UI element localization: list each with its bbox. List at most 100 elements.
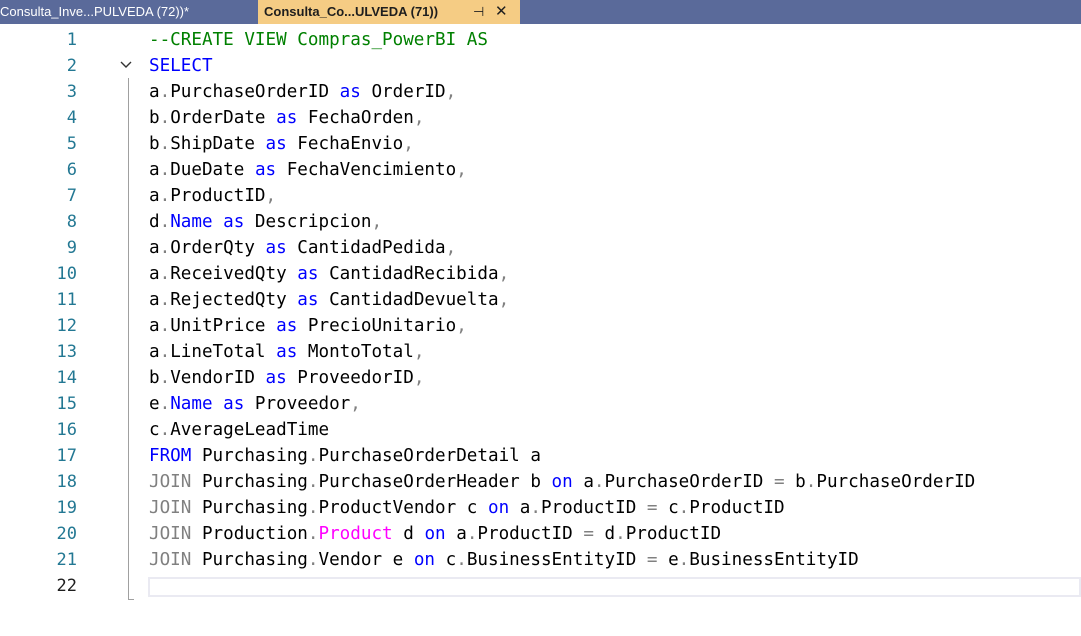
sql-punctuation: , [456,160,467,180]
code-line[interactable]: 2 SELECT [0,53,1081,79]
code-text: e.Name as Proveedor, [149,391,361,417]
sql-punctuation: . [159,212,171,232]
code-line[interactable]: 22 [0,573,1081,599]
code-line[interactable]: 20 JOIN Production.Product d on a.Product… [0,521,1081,547]
sql-identifier: UnitPrice [170,316,277,336]
code-line[interactable]: 15 e.Name as Proveedor, [0,391,1081,417]
sql-punctuation: . [159,134,171,154]
sql-identifier: DueDate [170,160,255,180]
pin-icon[interactable]: ⊣ [473,0,484,24]
sql-identifier: Purchasing [191,550,308,570]
line-number: 5 [66,134,77,154]
sql-punctuation: , [445,238,457,258]
code-line[interactable]: 6 a.DueDate as FechaVencimiento, [0,157,1081,183]
sql-punctuation: . [307,550,319,570]
line-number: 1 [66,30,77,50]
sql-punctuation: . [456,550,467,570]
code-line[interactable]: 13 a.LineTotal as MontoTotal, [0,339,1081,365]
sql-comment: --CREATE VIEW Compras_PowerBI AS [149,30,488,50]
sql-identifier: BusinessEntityID [689,550,859,570]
sql-identifier: VendorID [170,368,266,388]
sql-identifier: b [149,108,160,128]
line-number: 9 [66,238,77,258]
sql-identifier: ProductID [625,524,722,544]
code-line[interactable]: 21 JOIN Purchasing.Vendor e on c.Business… [0,547,1081,573]
code-line[interactable]: 16 c.AverageLeadTime [0,417,1081,443]
code-line[interactable]: 19 JOIN Purchasing.ProductVendor c on a.P… [0,495,1081,521]
line-number: 19 [56,498,77,518]
sql-punctuation: JOIN [149,498,192,518]
sql-keyword: as [223,394,245,414]
sql-keyword: on [487,498,510,518]
sql-identifier: c [435,550,457,570]
code-line[interactable]: 14 b.VendorID as ProveedorID, [0,365,1081,391]
line-number: 7 [66,186,77,206]
sql-identifier: c [149,420,160,440]
code-text: a.ReceivedQty as CantidadRecibida, [149,261,509,287]
code-editor[interactable]: 1 --CREATE VIEW Compras_PowerBI AS 2 SELECT… [0,24,1081,636]
sql-identifier [213,212,224,232]
code-line[interactable]: 8 d.Name as Descripcion, [0,209,1081,235]
tab-label: Consulta_Inve...PULVEDA (72))* [0,4,190,19]
tab-label: Consulta_Co...ULVEDA (71)) [264,4,439,19]
sql-identifier: CantidadPedida [286,238,446,258]
sql-punctuation: , [498,290,510,310]
code-line[interactable]: 5 b.ShipDate as FechaEnvio, [0,131,1081,157]
sql-punctuation: = [646,550,658,570]
code-line[interactable]: 3 a.PurchaseOrderID as OrderID, [0,79,1081,105]
line-number: 3 [66,82,77,102]
code-line[interactable]: 7 a.ProductID, [0,183,1081,209]
code-text: a.UnitPrice as PrecioUnitario, [149,313,467,339]
code-line[interactable]: 1 --CREATE VIEW Compras_PowerBI AS [0,27,1081,53]
code-text: b.OrderDate as FechaOrden, [149,105,424,131]
line-number: 6 [66,160,77,180]
code-text: JOIN Purchasing.PurchaseOrderHeader b on… [149,469,975,495]
sql-punctuation: = [583,524,594,544]
sql-identifier: PrecioUnitario [297,316,457,336]
sql-punctuation: = [774,472,785,492]
code-line[interactable]: 18 JOIN Purchasing.PurchaseOrderHeader b … [0,469,1081,495]
tab-consulta-inventario[interactable]: Consulta_Inve...PULVEDA (72))* [0,0,257,24]
line-number: 11 [56,290,77,310]
sql-punctuation: . [307,472,319,492]
close-icon[interactable]: ✕ [495,0,508,24]
sql-identifier [213,394,224,414]
sql-keyword: on [424,524,446,544]
sql-identifier: d [593,524,616,544]
sql-identifier: e [657,550,679,570]
line-number: 17 [56,446,77,466]
sql-identifier: a [149,316,160,336]
code-line[interactable]: 4 b.OrderDate as FechaOrden, [0,105,1081,131]
code-text: --CREATE VIEW Compras_PowerBI AS [149,27,488,53]
sql-identifier: a [509,498,531,518]
sql-punctuation: . [159,264,171,284]
code-line[interactable]: 10 a.ReceivedQty as CantidadRecibida, [0,261,1081,287]
code-line[interactable]: 17 FROM Purchasing.PurchaseOrderDetail a [0,443,1081,469]
sql-punctuation: . [593,472,605,492]
code-line[interactable]: 9 a.OrderQty as CantidadPedida, [0,235,1081,261]
sql-identifier: ProveedorID [286,368,414,388]
line-number: 14 [56,368,77,388]
sql-identifier: OrderQty [170,238,266,258]
sql-keyword: Name [170,394,213,414]
tab-consulta-compras[interactable]: Consulta_Co...ULVEDA (71)) ⊣ ✕ [258,0,520,24]
document-tab-bar: Consulta_Inve...PULVEDA (72))* Consulta_… [0,0,1081,24]
sql-identifier: a [149,290,160,310]
code-line[interactable]: 12 a.UnitPrice as PrecioUnitario, [0,313,1081,339]
sql-identifier: Production [191,524,308,544]
line-number: 2 [66,56,77,76]
code-text: b.ShipDate as FechaEnvio, [149,131,414,157]
code-text: JOIN Purchasing.ProductVendor c on a.Pro… [149,495,785,521]
code-line[interactable]: 11 a.RejectedQty as CantidadDevuelta, [0,287,1081,313]
sql-identifier: LineTotal [170,342,277,362]
sql-identifier: a [149,160,160,180]
sql-keyword: Name [170,212,213,232]
code-text: a.DueDate as FechaVencimiento, [149,157,467,183]
sql-identifier: PurchaseOrderDetail a [318,446,541,466]
sql-punctuation: . [159,316,171,336]
sql-punctuation: . [159,108,171,128]
sql-punctuation: . [678,498,690,518]
sql-keyword: on [413,550,436,570]
line-number: 8 [66,212,77,232]
sql-identifier: ProductID [170,186,266,206]
